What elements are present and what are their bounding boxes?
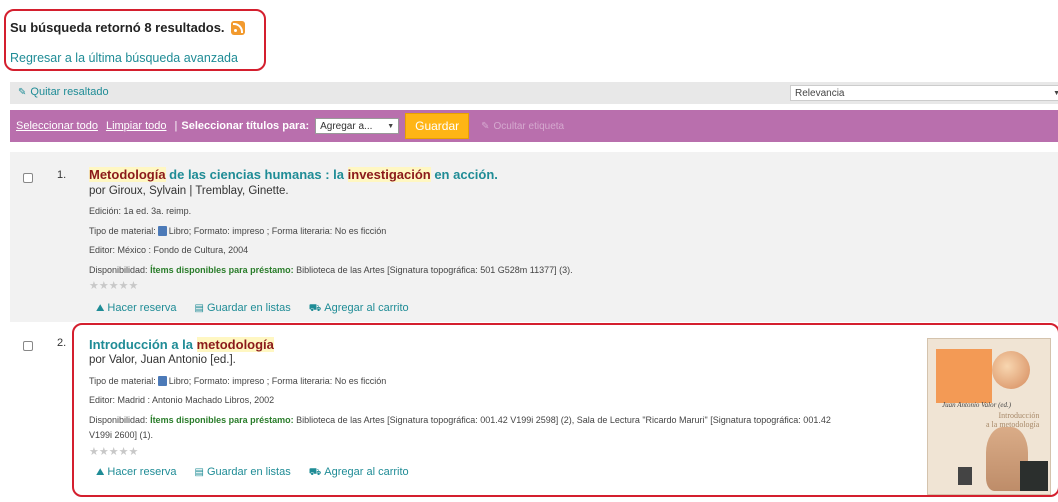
save-to-list-link[interactable]: ▤ Guardar en listas (194, 466, 290, 480)
rating-stars-2[interactable]: ★★★★★ (89, 445, 138, 458)
result-availability-2: Disponibilidad: Ítems disponibles para p… (89, 415, 831, 425)
result-material-1: Tipo de material: Libro; Formato: impreso… (89, 226, 387, 236)
place-hold-link[interactable]: ⛰ Hacer reserva (96, 302, 176, 316)
result-number: 1. (57, 169, 67, 181)
result-publisher-2: Editor: Madrid : Antonio Machado Libros,… (89, 395, 275, 405)
place-hold-link[interactable]: ⛰ Hacer reserva (96, 466, 176, 480)
save-button[interactable]: Guardar (405, 113, 470, 139)
results-summary: Su búsqueda retornó 8 resultados. (10, 20, 245, 35)
cover-sphere (992, 351, 1030, 389)
selection-toolbar: Seleccionar todo Limpiar todo | Seleccio… (10, 110, 1058, 142)
add-to-select[interactable]: Agregar a... ▼ (315, 118, 400, 134)
result-availability-1: Disponibilidad: Ítems disponibles para p… (89, 265, 573, 275)
cover-dark-block (1020, 461, 1048, 491)
back-to-advanced-search-link[interactable]: Regresar a la última búsqueda avanzada (10, 51, 238, 65)
result-title-1[interactable]: Metodología de las ciencias humanas : la… (89, 167, 498, 182)
list-icon: ▤ (194, 303, 204, 314)
cart-icon: ⛟ (308, 303, 322, 314)
results-count-text: Su búsqueda retornó 8 resultados. (10, 20, 225, 35)
publisher-logo (958, 467, 972, 485)
result-material-2: Tipo de material: Libro; Formato: impreso… (89, 376, 387, 386)
tag-icon: ✎ (481, 120, 490, 132)
remove-highlight-link[interactable]: ✎ Quitar resaltado (18, 86, 109, 98)
pencil-icon: ✎ (18, 87, 27, 98)
add-to-cart-link[interactable]: ⛟ Agregar al carrito (309, 466, 409, 480)
rating-stars-1[interactable]: ★★★★★ (89, 279, 138, 292)
cover-orange-block (936, 349, 992, 403)
hold-icon: ⛰ (96, 467, 105, 478)
book-icon (157, 226, 167, 236)
book-icon (157, 376, 167, 386)
result-edition-1: Edición: 1a ed. 3a. reimp. (89, 206, 192, 216)
book-cover-image[interactable]: Juan Antonio Valor (ed.) Introducción a … (927, 338, 1051, 495)
chevron-down-icon: ▼ (387, 122, 395, 130)
select-titles-label: Seleccionar títulos para: (181, 120, 310, 132)
rss-icon[interactable] (230, 20, 245, 35)
add-to-cart-link[interactable]: ⛟ Agregar al carrito (309, 302, 409, 316)
cover-author: Juan Antonio Valor (ed.) (942, 401, 1012, 409)
result-author-1: por Giroux, Sylvain | Tremblay, Ginette. (89, 185, 289, 197)
result-availability-2-cont: V199i 2600] (1). (89, 430, 154, 440)
result-number: 2. (57, 337, 67, 349)
result-publisher-1: Editor: México : Fondo de Cultura, 2004 (89, 245, 249, 255)
hide-tag-link[interactable]: ✎ Ocultar etiqueta (481, 121, 564, 132)
list-icon: ▤ (194, 467, 204, 478)
chevron-down-icon: ▼ (1053, 89, 1058, 97)
highlight-toolbar: ✎ Quitar resaltado Relevancia ▼ (10, 82, 1058, 104)
hold-icon: ⛰ (96, 303, 105, 314)
save-to-list-link[interactable]: ▤ Guardar en listas (194, 302, 290, 316)
result-actions-2: ⛰ Hacer reserva ▤ Guardar en listas ⛟ Agreg… (96, 466, 409, 480)
select-all-link[interactable]: Seleccionar todo (16, 120, 98, 132)
sort-select[interactable]: Relevancia ▼ (790, 85, 1058, 101)
result-actions-1: ⛰ Hacer reserva ▤ Guardar en listas ⛟ Agreg… (96, 302, 409, 316)
result-author-2: por Valor, Juan Antonio [ed.]. (89, 354, 236, 366)
separator: | (174, 120, 178, 132)
result-title-2[interactable]: Introducción a la metodología (89, 337, 274, 352)
result-checkbox-1[interactable] (23, 173, 33, 183)
clear-all-link[interactable]: Limpiar todo (106, 120, 167, 132)
cart-icon: ⛟ (308, 467, 322, 478)
result-checkbox-2[interactable] (23, 341, 33, 351)
